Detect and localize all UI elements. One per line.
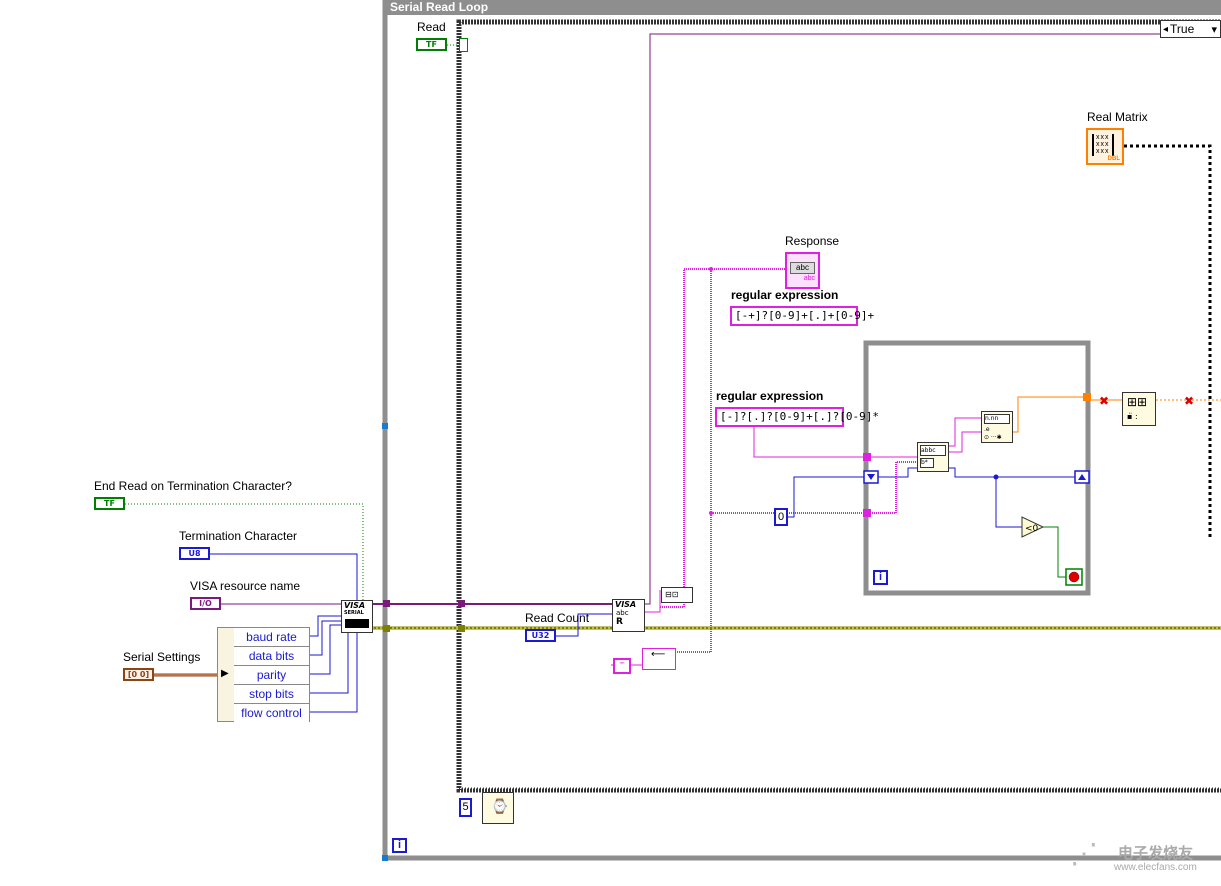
- match-regex-icon: abbc: [920, 445, 946, 456]
- left-arrow-icon: ⟵: [651, 649, 666, 660]
- read-label: Read: [417, 20, 446, 34]
- response-label: Response: [785, 234, 840, 248]
- case-selector[interactable]: ◂ True ▾: [1160, 20, 1221, 38]
- visa-configure-serial-node[interactable]: VISA SERIAL: [341, 600, 373, 633]
- fract-exp-string-to-number-node[interactable]: n.nn .e ⊙ ···✱: [981, 411, 1013, 443]
- termination-char-control[interactable]: U8: [179, 547, 210, 560]
- regex-1-label: regular expression: [731, 288, 839, 302]
- svg-text:✖: ✖: [1184, 394, 1194, 408]
- case-dropdown-arrow[interactable]: ▾: [1208, 23, 1220, 36]
- real-matrix-label: Real Matrix: [1087, 110, 1148, 124]
- visa-resource-control[interactable]: I/O: [190, 597, 221, 610]
- case-selector-value: True: [1170, 22, 1195, 36]
- serial-settings-control[interactable]: [0 0]: [123, 668, 154, 681]
- bundle-item-stop-bits[interactable]: stop bits: [234, 685, 309, 704]
- bundle-item-parity[interactable]: parity: [234, 666, 309, 685]
- regex-2-label: regular expression: [716, 389, 824, 403]
- svg-text:✖: ✖: [1099, 394, 1109, 408]
- for-loop-frame[interactable]: [863, 340, 1091, 596]
- bundle-item-flow-control[interactable]: flow control: [234, 704, 309, 723]
- block-diagram-wires: ✖ ✖ <0: [125, 0, 1221, 861]
- real-matrix-indicator[interactable]: xxx xxx xxx DBL: [1086, 128, 1124, 165]
- while-loop-iteration-terminal: i: [392, 838, 407, 853]
- case-prev-arrow[interactable]: ◂: [1161, 24, 1170, 35]
- string-to-number-icon: n.nn: [984, 414, 1010, 424]
- serial-port-icon: [345, 619, 369, 628]
- build-matrix-node[interactable]: ⊞⊞ ▪̈ :: [1122, 392, 1156, 426]
- wait-ms-constant[interactable]: 5: [459, 798, 472, 817]
- watermark-logo-icon: ⋰: [1070, 838, 1098, 869]
- unbundle-input-arrow: ▶: [218, 628, 235, 721]
- regex-2-constant[interactable]: [-]?[.]?[0-9]+[.]?[0-9]*: [715, 407, 879, 427]
- select-string-node[interactable]: ⟵: [642, 648, 676, 670]
- termination-char-label: Termination Character: [179, 529, 298, 543]
- end-read-label: End Read on Termination Character?: [94, 479, 292, 493]
- regex-1-constant[interactable]: [-+]?[0-9]+[.]+[0-9]+: [730, 306, 874, 326]
- watermark: ⋰ 电子发烧友 www.elecfans.com: [1070, 838, 1197, 873]
- bytes-at-port-icon: ⊟⊡: [665, 590, 679, 599]
- visa-read-node[interactable]: VISA abc R: [612, 599, 645, 632]
- read-count-control[interactable]: U32: [525, 629, 556, 642]
- while-loop-label: Serial Read Loop: [386, 0, 1221, 15]
- bundle-item-data-bits[interactable]: data bits: [234, 647, 309, 666]
- matrix-bracket-icon: xxx xxx xxx: [1092, 134, 1114, 156]
- visa-resource-label: VISA resource name: [190, 579, 301, 593]
- bytes-at-port-node[interactable]: ⊟⊡: [661, 587, 693, 603]
- bundle-item-baud-rate[interactable]: baud rate: [234, 628, 309, 647]
- unbundle-by-name[interactable]: ▶ baud rate data bits parity stop bits f…: [217, 627, 310, 723]
- for-loop-iteration-terminal: i: [873, 570, 888, 585]
- empty-string-constant[interactable]: "": [613, 658, 631, 674]
- zero-constant[interactable]: 0: [774, 508, 788, 526]
- wait-ms-node[interactable]: ⌚: [482, 792, 514, 824]
- svg-text:<0: <0: [1025, 524, 1039, 534]
- matrix-grid-icon: ⊞⊞: [1127, 395, 1148, 409]
- end-read-control[interactable]: TF: [94, 497, 125, 510]
- case-selector-terminal: [459, 38, 468, 52]
- read-control[interactable]: TF: [416, 38, 447, 51]
- response-indicator[interactable]: abc abc: [785, 252, 820, 289]
- match-regular-expression-node[interactable]: abbc b*: [917, 442, 949, 472]
- read-count-label: Read Count: [525, 611, 590, 625]
- serial-settings-label: Serial Settings: [123, 650, 201, 664]
- watch-icon: ⌚: [491, 799, 509, 815]
